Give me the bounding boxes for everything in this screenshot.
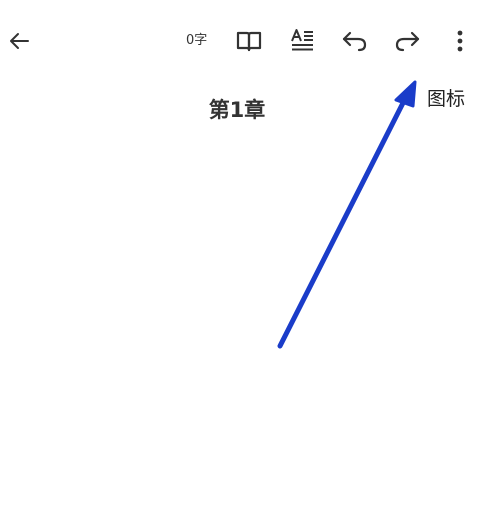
- annotation-label: 图标: [427, 88, 466, 110]
- word-count: 0字: [186, 33, 208, 48]
- undo-icon: [342, 31, 367, 52]
- book-button[interactable]: [232, 24, 266, 58]
- arrow-left-icon: [10, 33, 29, 49]
- more-vertical-icon: [457, 30, 463, 52]
- redo-button[interactable]: [389, 24, 425, 58]
- open-book-icon: [236, 31, 262, 52]
- chapter-title[interactable]: 第1章: [0, 94, 474, 126]
- text-format-icon: [291, 29, 313, 51]
- undo-button[interactable]: [337, 24, 373, 58]
- back-button[interactable]: [2, 24, 36, 58]
- redo-icon: [395, 31, 420, 52]
- format-button[interactable]: [285, 24, 319, 58]
- editor-toolbar: 0字: [0, 0, 483, 80]
- more-options-button[interactable]: [446, 24, 474, 58]
